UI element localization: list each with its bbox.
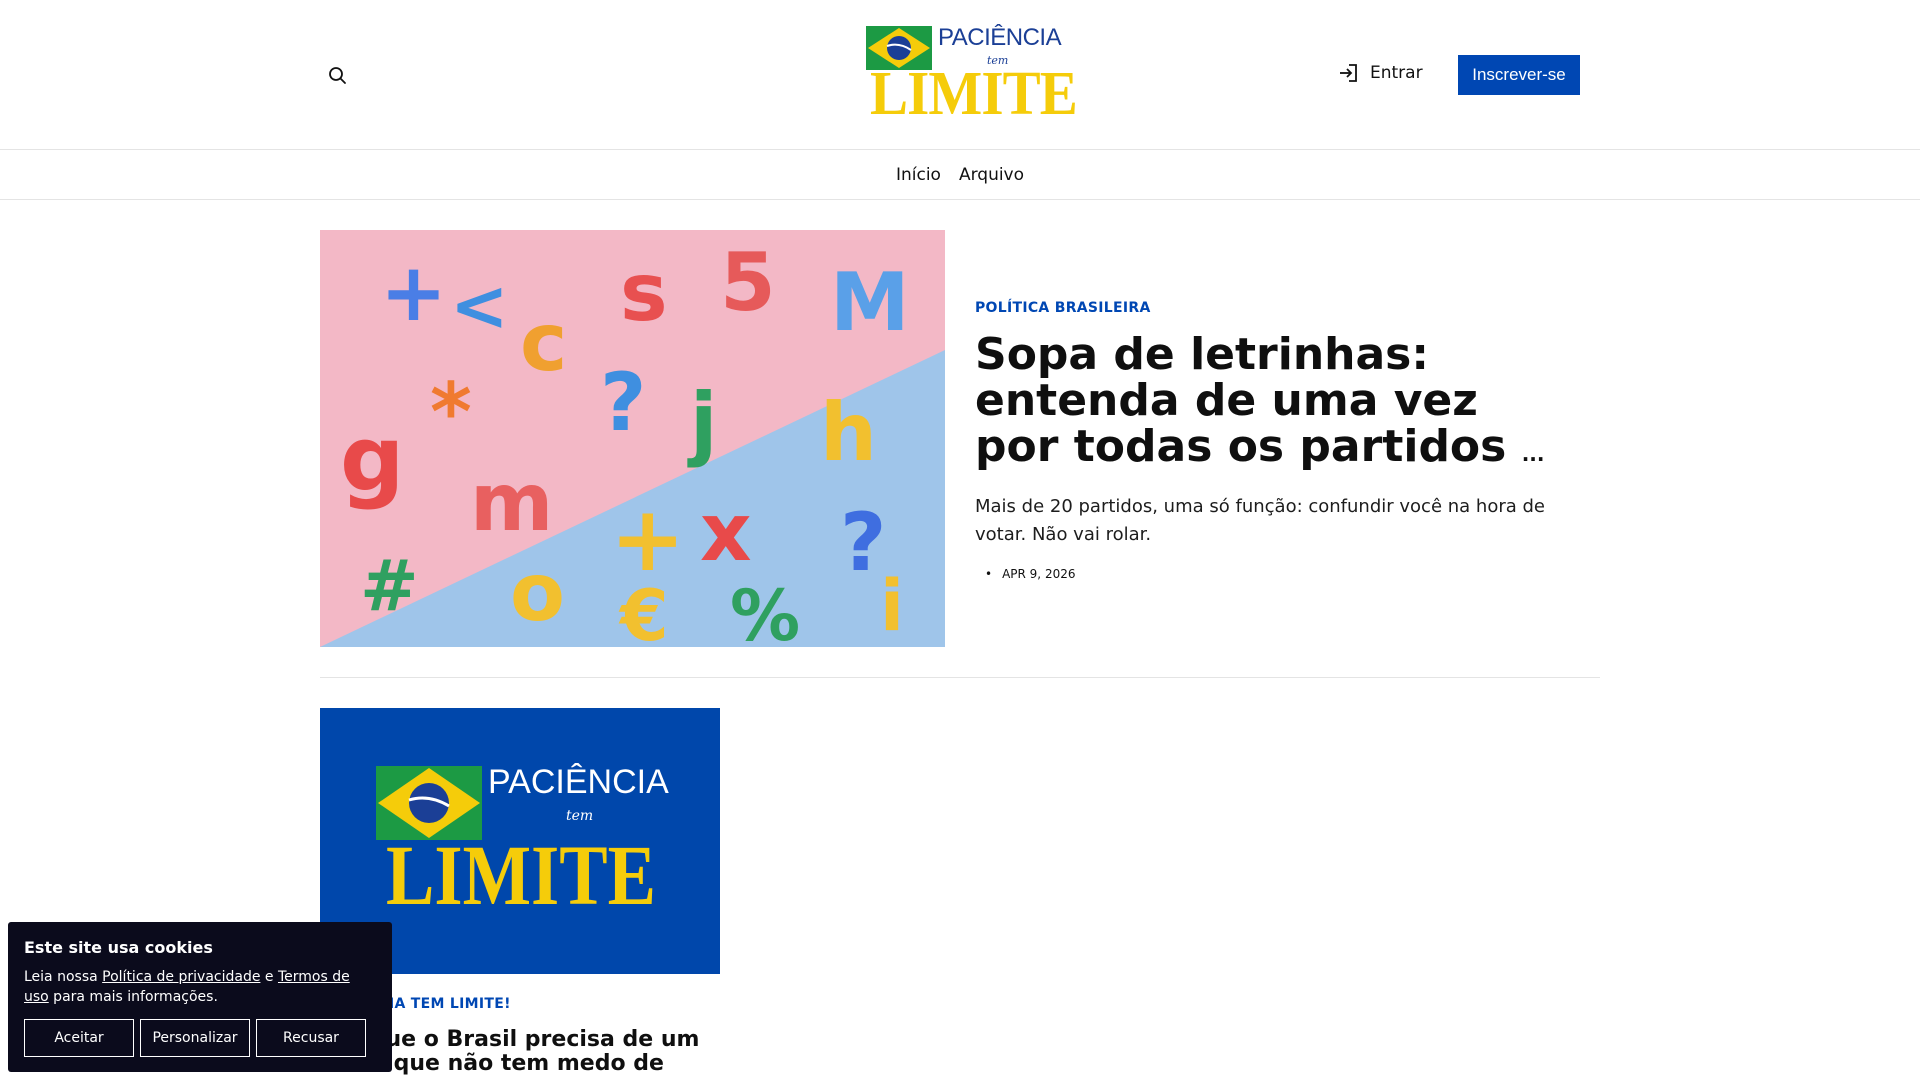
svg-text:%: % [730, 575, 800, 647]
svg-text:?: ? [600, 356, 646, 449]
svg-text:m: m [470, 456, 553, 549]
svg-text:+: + [380, 246, 447, 339]
cookie-text-3: para mais informações. [48, 989, 218, 1005]
card-logo-mid: tem [566, 808, 593, 824]
signin-label: Entrar [1370, 63, 1423, 83]
reject-cookies-button[interactable]: Recusar [256, 1019, 366, 1057]
search-button[interactable] [326, 64, 350, 88]
feature-meta: • APR 9, 2026 [975, 567, 1575, 581]
svg-text:*: * [430, 366, 472, 459]
feature-excerpt: Mais de 20 partidos, uma só função: conf… [975, 496, 1545, 545]
cookie-banner: Este site usa cookies Leia nossa Polític… [8, 922, 392, 1072]
alphabet-magnets-image: + < c s 5 M g * m ? j h # o + x ? € % i [320, 230, 945, 647]
svg-text:o: o [510, 546, 565, 639]
feature-tag[interactable]: POLÍTICA BRASILEIRA [975, 300, 1575, 316]
svg-text:x: x [700, 486, 752, 579]
svg-text:s: s [620, 246, 668, 339]
svg-text:5: 5 [720, 236, 776, 329]
svg-text:g: g [340, 407, 404, 512]
signin-icon [1340, 64, 1357, 82]
site-logo[interactable]: PACIÊNCIA tem LIMITE [860, 22, 1078, 126]
feature-date: APR 9, 2026 [1002, 567, 1076, 581]
feature-article: POLÍTICA BRASILEIRA Sopa de letrinhas: e… [975, 300, 1575, 581]
meta-bullet: • [985, 567, 993, 581]
svg-text:i: i [880, 565, 904, 647]
customize-cookies-button[interactable]: Personalizar [140, 1019, 250, 1057]
card-logo-top: PACIÊNCIA [488, 763, 669, 801]
site-header: PACIÊNCIA tem LIMITE Entrar Inscrever-se [0, 0, 1920, 150]
feature-title[interactable]: Sopa de letrinhas: entenda de uma vez po… [975, 332, 1575, 477]
feature-image[interactable]: + < c s 5 M g * m ? j h # o + x ? € % i [320, 230, 945, 647]
svg-text:€: € [618, 575, 669, 647]
logo-text-bottom: LIMITE [870, 60, 1078, 128]
cookie-text-2: e [260, 969, 278, 985]
main-nav: Início Arquivo [0, 150, 1920, 200]
svg-text:j: j [687, 376, 717, 469]
search-icon [329, 67, 346, 84]
svg-text:c: c [520, 296, 567, 389]
feature-title-text: Sopa de letrinhas: entenda de uma vez po… [975, 329, 1507, 472]
svg-text:M: M [830, 256, 910, 349]
feature-title-ellipsis: ... [1521, 442, 1545, 466]
cookie-text-1: Leia nossa [24, 969, 103, 985]
cookie-text: Leia nossa Política de privacidade e Ter… [24, 967, 376, 1007]
nav-item-arquivo[interactable]: Arquivo [959, 165, 1024, 185]
subscribe-button[interactable]: Inscrever-se [1458, 55, 1580, 95]
svg-text:h: h [820, 386, 877, 479]
accept-cookies-button[interactable]: Aceitar [24, 1019, 134, 1057]
signin-link[interactable]: Entrar [1338, 62, 1423, 84]
cookie-buttons: Aceitar Personalizar Recusar [24, 1019, 376, 1057]
card-logo-bottom: LIMITE [386, 827, 656, 923]
svg-text:<: < [450, 265, 509, 347]
svg-text:#: # [360, 545, 419, 627]
logo-text-top: PACIÊNCIA [938, 24, 1062, 51]
section-divider [320, 677, 1600, 678]
privacy-policy-link[interactable]: Política de privacidade [102, 969, 260, 985]
cookie-title: Este site usa cookies [24, 938, 213, 957]
nav-item-inicio[interactable]: Início [896, 165, 941, 185]
